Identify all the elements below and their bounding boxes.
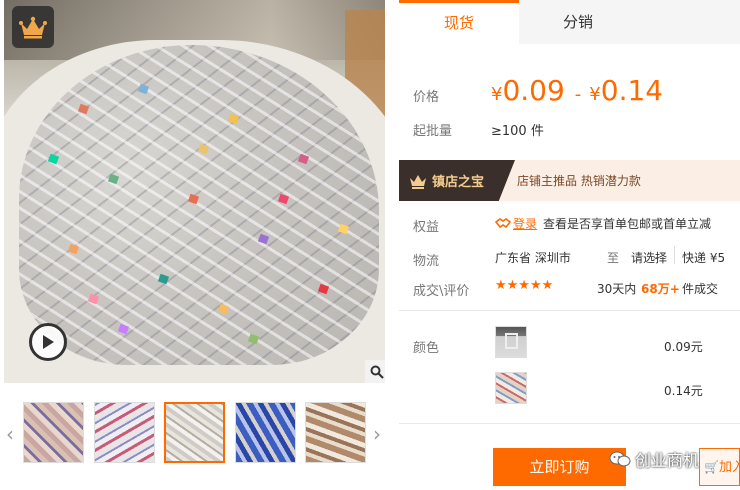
sku-option-2-image[interactable] bbox=[495, 372, 527, 404]
play-icon bbox=[43, 335, 54, 349]
login-link[interactable]: 登录 bbox=[513, 215, 537, 232]
divider bbox=[674, 246, 675, 264]
gold-store-tags: 店铺主推品 热销潜力款 bbox=[517, 174, 641, 188]
ship-to-label: 至 bbox=[607, 251, 620, 265]
reviews-label: 成交\评价 bbox=[413, 284, 470, 299]
sales-suffix: 件成交 bbox=[682, 282, 719, 296]
chevron-down-icon[interactable]: ⌄ bbox=[651, 249, 660, 262]
add-to-cart-label: 加入 bbox=[718, 460, 739, 475]
rights-text: 查看是否享首单包邮或首单立减 bbox=[543, 217, 712, 231]
rights-label: 权益 bbox=[413, 220, 440, 235]
sku-option-2-price: 0.14元 bbox=[664, 384, 703, 398]
add-to-cart-button[interactable]: 🛒加入 bbox=[699, 448, 740, 486]
price-label: 价格 bbox=[413, 90, 440, 105]
sku-option-1-price: 0.09元 bbox=[664, 340, 703, 354]
price-separator: - bbox=[574, 84, 582, 105]
price-high: 0.14 bbox=[600, 74, 664, 107]
tab-distribution[interactable]: 分销 bbox=[519, 0, 637, 44]
offer-panel: 现货 分销 价格 ¥ 0.09 - ¥ 0.14 起批量 ≥100 件 镇店之宝… bbox=[399, 0, 740, 490]
offer-tabs: 现货 分销 bbox=[399, 0, 740, 44]
price-range: ¥ 0.09 - ¥ 0.14 bbox=[491, 74, 673, 110]
cart-icon: 🛒 bbox=[704, 460, 719, 474]
play-video-button[interactable] bbox=[29, 323, 67, 361]
crown-icon bbox=[12, 6, 54, 48]
section-divider bbox=[399, 310, 740, 311]
shipping-fee: 快递 ¥5 bbox=[682, 251, 726, 265]
watermark-text: 创业商机 bbox=[635, 451, 700, 470]
zoom-button[interactable] bbox=[365, 360, 385, 383]
chevron-right-icon[interactable]: › bbox=[370, 422, 384, 446]
chevron-left-icon[interactable]: ‹ bbox=[3, 422, 17, 446]
thumbnail-2[interactable] bbox=[94, 402, 155, 463]
color-label: 颜色 bbox=[413, 341, 440, 356]
thumbnail-3[interactable] bbox=[164, 402, 225, 463]
thumbnail-1[interactable] bbox=[23, 402, 84, 463]
gold-store-bar: 镇店之宝 店铺主推品 热销潜力款 bbox=[399, 160, 740, 201]
gold-store-badge: 镇店之宝 bbox=[399, 160, 515, 201]
moq-value: ≥100 件 bbox=[491, 124, 544, 139]
tab-spot-goods[interactable]: 现货 bbox=[399, 0, 519, 44]
logistics-label: 物流 bbox=[413, 254, 440, 269]
thumbnail-strip: ‹ › bbox=[0, 398, 390, 468]
ship-from: 广东省 深圳市 bbox=[495, 251, 571, 265]
price-low: 0.09 bbox=[502, 74, 565, 107]
buy-now-button[interactable]: 立即订购 bbox=[493, 448, 626, 486]
currency-symbol: ¥ bbox=[491, 84, 503, 105]
crown-icon bbox=[410, 174, 426, 189]
gold-store-title: 镇店之宝 bbox=[432, 175, 485, 190]
magnifier-icon bbox=[370, 365, 384, 379]
thumbnail-5[interactable] bbox=[305, 402, 366, 463]
moq-label: 起批量 bbox=[413, 124, 453, 139]
watermark: 创业商机 bbox=[609, 447, 699, 471]
main-product-image[interactable] bbox=[4, 0, 385, 383]
wechat-icon bbox=[609, 451, 631, 467]
sales-prefix: 30天内 bbox=[597, 282, 637, 296]
destination-select[interactable]: 请选择 bbox=[631, 249, 667, 266]
rating-stars[interactable]: ★★★★★ bbox=[495, 278, 553, 293]
sku-option-1-image[interactable] bbox=[495, 326, 527, 358]
thumbnail-4[interactable] bbox=[235, 402, 296, 463]
sales-count: 68万+ bbox=[641, 282, 680, 296]
handshake-icon bbox=[495, 218, 511, 229]
section-divider bbox=[399, 423, 740, 424]
currency-symbol: ¥ bbox=[589, 84, 601, 105]
